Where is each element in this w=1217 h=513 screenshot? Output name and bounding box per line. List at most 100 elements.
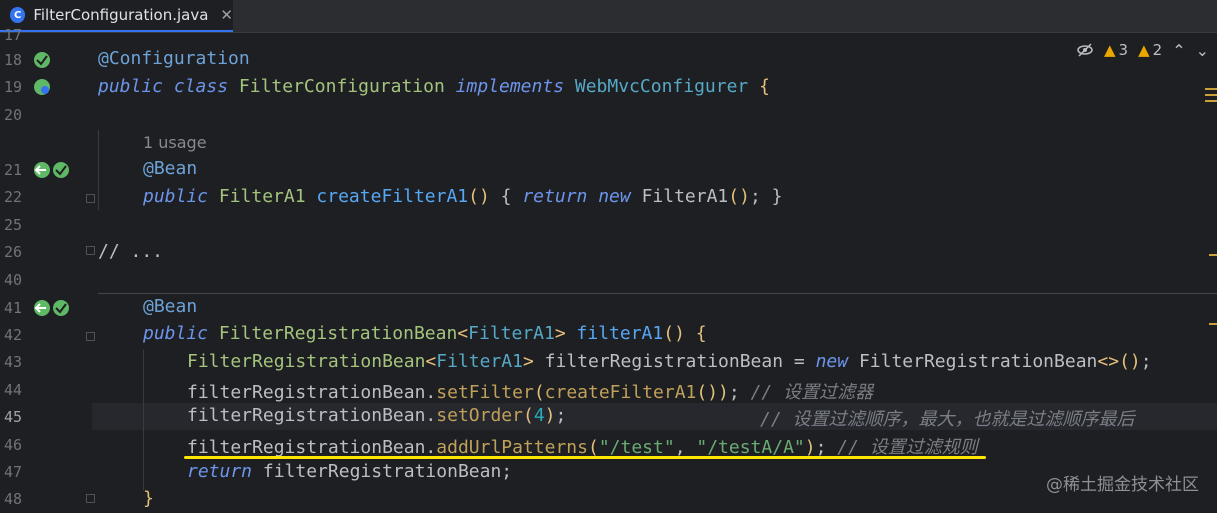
method-name: filterA1 [576, 323, 664, 344]
keyword: new [598, 186, 631, 207]
highlight-underline [184, 456, 986, 459]
editor-tab-bar: C FilterConfiguration.java ✕ [0, 0, 1217, 33]
line-number: 45 [4, 408, 23, 426]
generic-type: FilterA1 [468, 323, 555, 344]
type-name: FilterA1 [218, 186, 306, 207]
fold-marker-icon[interactable] [86, 332, 95, 341]
keyword: new [815, 351, 849, 372]
method-separator [98, 293, 1217, 294]
line-number: 22 [4, 188, 23, 206]
method-call: createFilterA1 [544, 382, 697, 403]
line-number: 25 [4, 216, 23, 234]
method-call: setFilter [436, 382, 534, 403]
eye-slash-icon[interactable] [1076, 43, 1094, 57]
code-line-26-folded[interactable]: // ... [98, 241, 163, 262]
variable: filterRegistrationBean [187, 382, 426, 403]
code-line-18: @Configuration [98, 48, 250, 69]
bean-navigation-icon[interactable] [33, 299, 69, 317]
keyword: return [187, 461, 253, 482]
next-highlight-icon[interactable]: ⌄ [1196, 41, 1209, 60]
fold-marker-icon[interactable] [86, 246, 95, 255]
line-number: 48 [4, 490, 23, 508]
keyword: implements [455, 76, 565, 97]
warning-count: 3 [1118, 41, 1129, 59]
annotation: @Bean [143, 296, 198, 317]
type-name: FilterRegistrationBean [218, 323, 458, 344]
interface-name: WebMvcConfigurer [574, 76, 749, 97]
indent-guide [98, 130, 99, 210]
code-line-41: @Bean [143, 296, 197, 317]
method-call: addUrlPatterns [436, 437, 588, 458]
keyword: return [522, 186, 588, 207]
warnings-indicator[interactable]: ▲ 3 [1104, 41, 1128, 59]
code-line-42: public FilterRegistrationBean<FilterA1> … [143, 323, 707, 344]
spring-bean-icon[interactable] [33, 51, 51, 69]
generic-type: FilterA1 [436, 351, 523, 372]
watermark: @稀土掘金技术社区 [1046, 475, 1199, 495]
folded-region[interactable]: // ... [98, 241, 163, 262]
usage-hint[interactable]: 1 usage [143, 133, 207, 152]
comment: // 设置过滤规则 [837, 437, 978, 458]
annotation: @Bean [143, 158, 198, 179]
line-number: 42 [4, 326, 23, 344]
variable: filterRegistrationBean [262, 461, 502, 482]
code-line-47: return filterRegistrationBean; [187, 461, 513, 482]
scrollbar-marker[interactable] [1205, 94, 1217, 96]
brace: } [143, 488, 154, 509]
line-number: 40 [4, 271, 23, 289]
weak-warning-icon: ▲ [1138, 41, 1150, 59]
variable: filterRegistrationBean [187, 437, 426, 458]
keyword: public [98, 76, 164, 97]
keyword: public [143, 186, 209, 207]
scrollbar-marker[interactable] [1209, 254, 1217, 256]
line-number: 43 [4, 353, 23, 371]
scrollbar-marker[interactable] [1205, 88, 1217, 90]
line-number: 19 [4, 78, 23, 96]
line-number: 46 [4, 436, 23, 454]
code-line-22: public FilterA1 createFilterA1() { retur… [143, 186, 783, 207]
constructor-call: FilterRegistrationBean [858, 351, 1098, 372]
close-icon[interactable]: ✕ [220, 6, 233, 24]
line-number: 41 [4, 299, 23, 317]
weak-warnings-indicator[interactable]: ▲ 2 [1138, 41, 1162, 59]
scrollbar-marker[interactable] [1209, 323, 1217, 325]
code-line-48: } [143, 488, 154, 509]
string-literal: "/test" [598, 437, 675, 458]
fold-marker-icon[interactable] [86, 494, 95, 503]
class-name: FilterConfiguration [238, 76, 445, 97]
code-line-45: filterRegistrationBean.setOrder(4); [187, 405, 567, 426]
indent-guide [143, 350, 144, 490]
keyword: public [143, 323, 209, 344]
type-name: FilterRegistrationBean [187, 351, 426, 372]
tab-label: FilterConfiguration.java [33, 6, 209, 24]
line-number: 44 [4, 381, 23, 399]
brace: { [759, 76, 770, 97]
warning-icon: ▲ [1104, 41, 1116, 59]
method-call: setOrder [436, 405, 523, 426]
number-literal: 4 [533, 405, 545, 426]
brace: { [695, 323, 707, 344]
spring-config-icon[interactable] [33, 78, 51, 96]
comment: // 设置过滤器 [750, 382, 874, 403]
bean-navigation-icon[interactable] [33, 161, 69, 179]
fold-marker-icon[interactable] [86, 194, 95, 203]
diamond-operator: <> [1097, 351, 1120, 372]
tab-filterconfiguration[interactable]: C FilterConfiguration.java ✕ [0, 0, 233, 32]
previous-highlight-icon[interactable]: ⌃ [1172, 41, 1185, 60]
method-name: createFilterA1 [316, 186, 469, 207]
line-number: 20 [4, 106, 23, 124]
line-number: 18 [4, 51, 23, 69]
code-line-44: filterRegistrationBean.setFilter(createF… [187, 382, 874, 403]
code-line-21: @Bean [143, 158, 197, 179]
comment: // 设置过滤顺序，最大，也就是过滤顺序最后 [760, 409, 1135, 430]
line-number: 26 [4, 243, 23, 261]
inspection-widget: ▲ 3 ▲ 2 ⌃ ⌄ [1076, 40, 1209, 60]
weak-warning-count: 2 [1152, 41, 1163, 59]
annotation: @Configuration [98, 48, 250, 69]
keyword: class [173, 76, 229, 97]
java-class-icon: C [10, 7, 26, 23]
scrollbar-marker[interactable] [1205, 100, 1217, 102]
code-line-43: FilterRegistrationBean<FilterA1> filterR… [187, 351, 1152, 372]
variable: filterRegistrationBean [544, 351, 784, 372]
line-number: 21 [4, 161, 23, 179]
